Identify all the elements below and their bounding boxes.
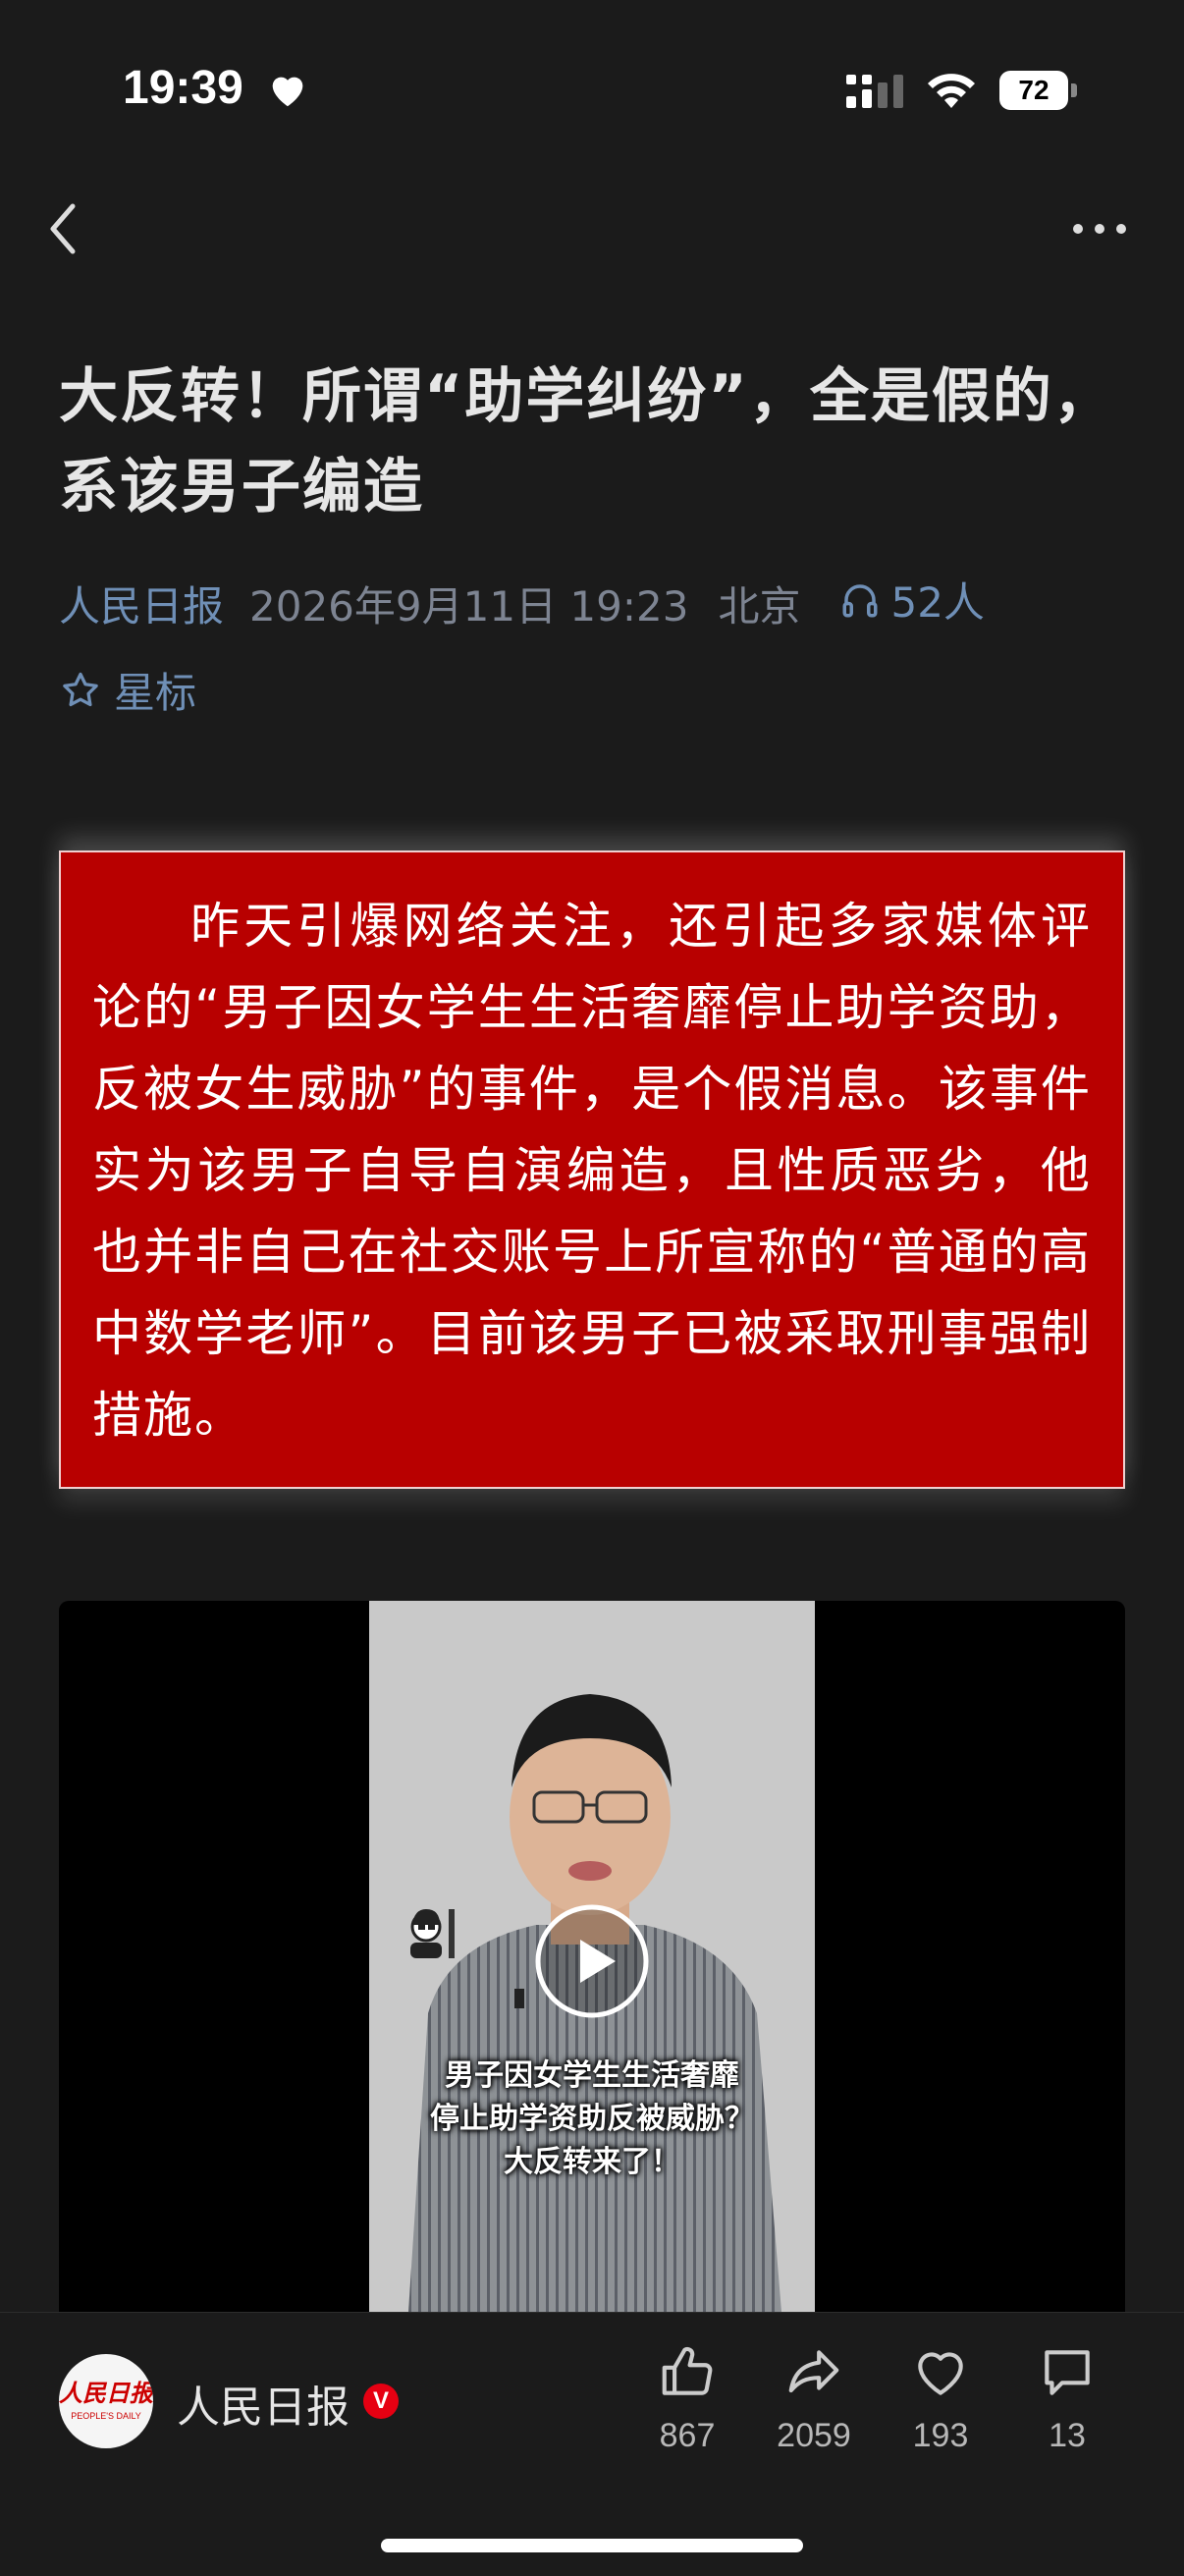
battery-icon: 72: [999, 71, 1078, 110]
verified-badge: V: [363, 2384, 399, 2419]
share-button[interactable]: 2059: [755, 2342, 873, 2455]
caption-line-3: 大反转来了！: [504, 2145, 680, 2179]
star-button[interactable]: 星标: [59, 660, 196, 720]
publish-datetime: 2026年9月11日 19:23: [249, 581, 689, 630]
article-meta: 人民日报 2026年9月11日 19:23 北京 52人: [59, 570, 985, 633]
star-label: 星标: [114, 669, 197, 717]
headphones-icon: [842, 583, 878, 617]
share-arrow-icon: [788, 2350, 839, 2393]
bottom-action-bar: 人民日报 PEOPLE'S DAILY 人民日报 V 867 2059 193 …: [0, 2312, 1184, 2576]
comment-button[interactable]: 13: [1008, 2342, 1126, 2455]
status-time: 19:39: [123, 62, 243, 114]
heart-icon: [272, 77, 303, 107]
cellular-signal-icon: [846, 75, 903, 108]
thumbs-up-icon: [662, 2346, 713, 2395]
favorite-count: 193: [912, 2417, 969, 2454]
favorite-button[interactable]: 193: [882, 2342, 999, 2455]
source-link[interactable]: 人民日报: [59, 582, 224, 630]
listen-button[interactable]: 52人: [839, 570, 985, 630]
channel-watermark: [410, 1909, 455, 1958]
lead-summary-box: 昨天引爆网络关注，还引起多家媒体评论的“男子因女学生生活奢靡停止助学资助，反被女…: [59, 850, 1125, 1489]
comment-count: 13: [1049, 2417, 1086, 2454]
video-caption: 男子因女学生生活奢靡 停止助学资助反被威胁？ 大反转来了！: [369, 2055, 815, 2184]
lead-summary-text: 昨天引爆网络关注，还引起多家媒体评论的“男子因女学生生活奢靡停止助学资助，反被女…: [92, 898, 1092, 1444]
avatar-logo-subtext: PEOPLE'S DAILY: [71, 2411, 141, 2421]
back-arrow-icon[interactable]: [41, 196, 84, 261]
account-name[interactable]: 人民日报: [177, 2372, 350, 2435]
like-button[interactable]: 867: [628, 2342, 746, 2455]
more-options-icon[interactable]: [1070, 214, 1129, 244]
play-icon[interactable]: [533, 1902, 651, 2020]
like-count: 867: [659, 2417, 716, 2454]
wifi-icon: [928, 74, 975, 108]
avatar-logo-text: 人民日报: [59, 2379, 153, 2407]
video-player[interactable]: 男子因女学生生活奢靡 停止助学资助反被威胁？ 大反转来了！: [59, 1601, 1125, 2312]
caption-line-1: 男子因女学生生活奢靡: [445, 2058, 739, 2093]
comment-bubble-icon: [1045, 2350, 1090, 2395]
battery-level: 72: [999, 71, 1068, 110]
caption-line-2: 停止助学资助反被威胁？: [430, 2102, 754, 2136]
publish-location: 北京: [718, 581, 801, 630]
star-icon: [63, 672, 98, 706]
status-bar: 19:39 72: [0, 61, 1184, 130]
listener-count: 52人: [890, 578, 985, 627]
article-title: 大反转！所谓“助学纠纷”，全是假的，系该男子编造: [59, 362, 1114, 521]
home-indicator[interactable]: [381, 2539, 803, 2552]
share-count: 2059: [777, 2417, 851, 2454]
heart-outline-icon: [918, 2352, 963, 2395]
account-avatar[interactable]: 人民日报 PEOPLE'S DAILY: [59, 2354, 153, 2448]
